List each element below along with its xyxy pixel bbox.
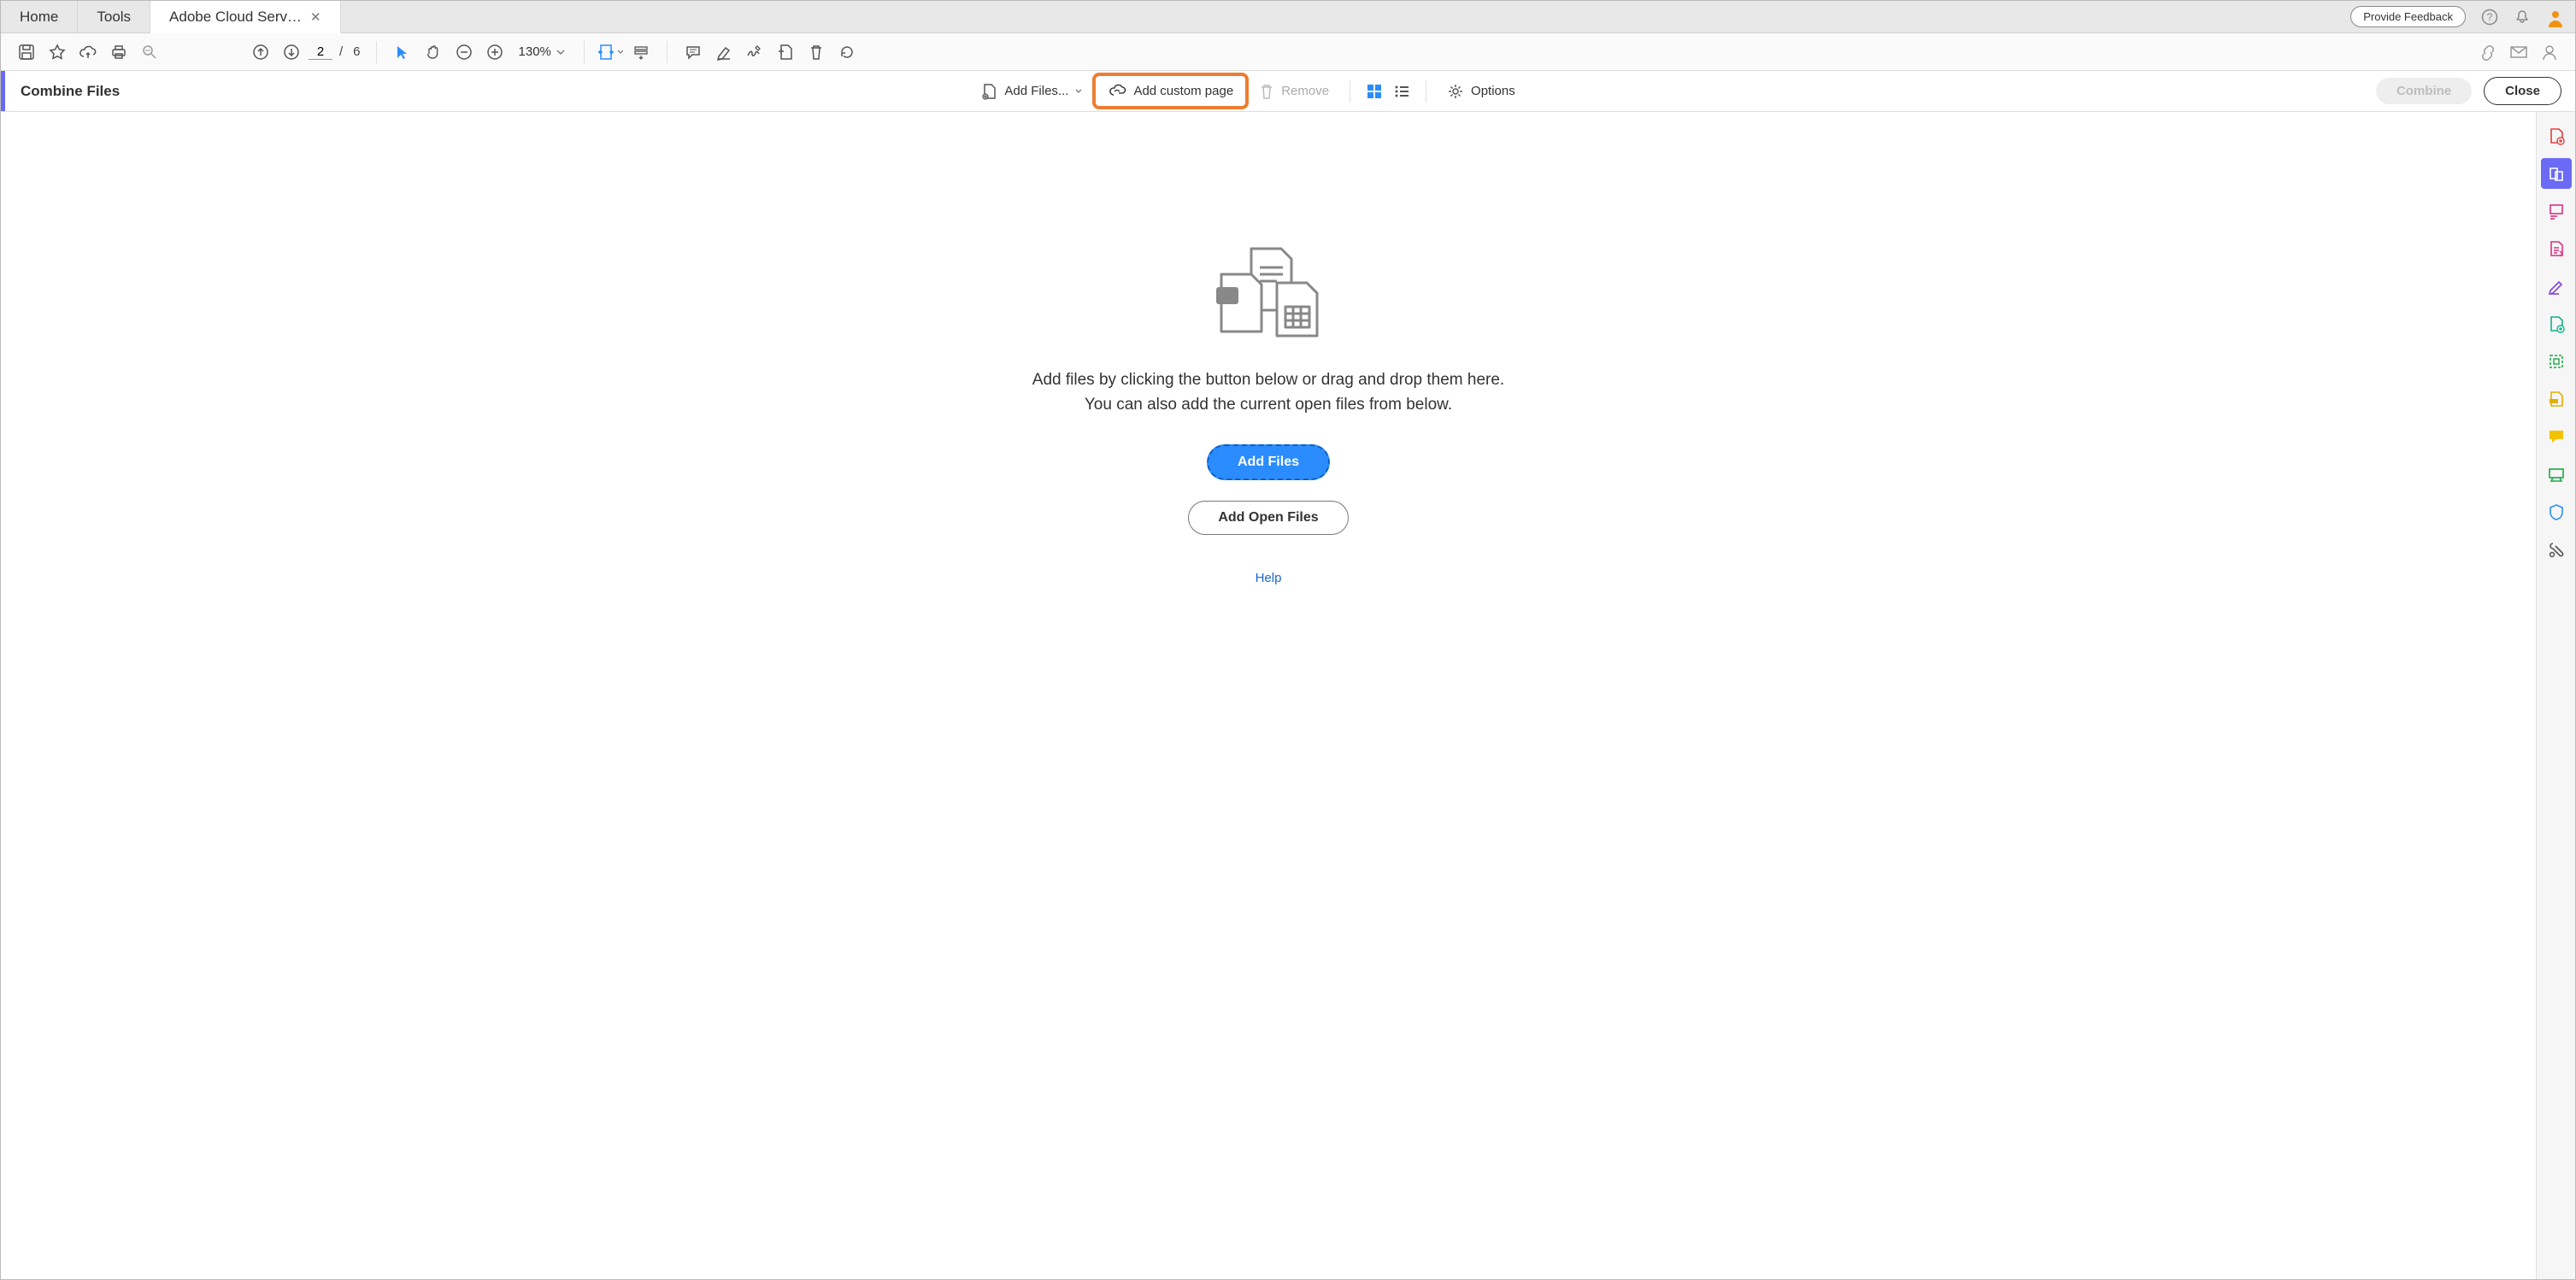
combine-label: Combine xyxy=(2397,84,2451,98)
highlight-icon[interactable] xyxy=(710,38,738,66)
main-toolbar: / 6 130% xyxy=(1,33,2575,71)
page-scroll-icon[interactable] xyxy=(627,38,655,66)
hint-line-1: Add files by clicking the button below o… xyxy=(1032,368,1504,393)
tab-label: Home xyxy=(20,9,58,26)
add-custom-page-highlight: Add custom page xyxy=(1092,73,1249,109)
rail-edit-pdf-icon[interactable] xyxy=(2541,196,2572,226)
page-title: Combine Files xyxy=(5,83,120,100)
list-view-icon[interactable] xyxy=(1388,78,1415,105)
rail-fill-sign-icon[interactable] xyxy=(2541,271,2572,302)
rail-more-tools-icon[interactable] xyxy=(2541,534,2572,565)
rail-redact-icon[interactable] xyxy=(2541,384,2572,414)
provide-feedback-button[interactable]: Provide Feedback xyxy=(2350,6,2466,27)
rail-export-pdf-icon[interactable] xyxy=(2541,233,2572,264)
right-tools-rail xyxy=(2536,112,2575,1279)
workspace: Add files by clicking the button below o… xyxy=(1,112,2575,1279)
rail-scan-icon[interactable] xyxy=(2541,459,2572,490)
chevron-down-icon xyxy=(556,48,565,56)
drop-canvas[interactable]: Add files by clicking the button below o… xyxy=(1,112,2536,1279)
rail-comment-icon[interactable] xyxy=(2541,421,2572,452)
zoom-dropdown[interactable]: 130% xyxy=(512,44,572,59)
share-person-icon[interactable] xyxy=(2536,38,2563,66)
file-add-icon xyxy=(980,83,997,100)
gear-icon xyxy=(1447,83,1464,100)
star-icon[interactable] xyxy=(44,38,71,66)
tab-document[interactable]: Adobe Cloud Serv… ✕ xyxy=(150,1,341,33)
separator xyxy=(584,41,585,63)
close-icon[interactable]: ✕ xyxy=(310,9,321,25)
trash-icon[interactable] xyxy=(803,38,830,66)
trash-icon xyxy=(1259,83,1274,100)
add-files-button[interactable]: Add Files xyxy=(1207,444,1330,480)
add-files-label: Add Files... xyxy=(1004,84,1068,98)
sign-icon[interactable] xyxy=(741,38,768,66)
add-files-dropdown[interactable]: Add Files... xyxy=(970,78,1092,105)
chevron-down-icon xyxy=(1075,88,1082,95)
close-button[interactable]: Close xyxy=(2484,77,2561,105)
email-icon[interactable] xyxy=(2505,38,2532,66)
thumbnail-view-icon[interactable] xyxy=(1361,78,1388,105)
page-down-icon[interactable] xyxy=(278,38,305,66)
bell-icon[interactable] xyxy=(2514,9,2531,26)
rail-organize-icon[interactable] xyxy=(2541,308,2572,339)
comment-icon[interactable] xyxy=(679,38,707,66)
link-share-icon[interactable] xyxy=(2474,38,2502,66)
tab-label: Adobe Cloud Serv… xyxy=(169,9,302,26)
user-avatar-icon[interactable] xyxy=(2546,9,2563,26)
add-open-files-button[interactable]: Add Open Files xyxy=(1188,501,1348,535)
add-files-btn-label: Add Files xyxy=(1238,455,1299,469)
svg-text:?: ? xyxy=(2487,11,2493,23)
page-total: 6 xyxy=(350,44,363,59)
tabbar-right: Provide Feedback ? xyxy=(2350,1,2575,32)
page-number-input[interactable] xyxy=(309,44,332,60)
insert-page-icon[interactable] xyxy=(772,38,799,66)
hint-line-2: You can also add the current open files … xyxy=(1032,393,1504,418)
chevron-down-icon xyxy=(617,49,624,56)
rail-combine-files-icon[interactable] xyxy=(2541,158,2572,189)
rail-protect-icon[interactable] xyxy=(2541,496,2572,527)
files-illustration-icon xyxy=(1204,240,1332,343)
zoom-out-icon[interactable] xyxy=(450,38,478,66)
combine-files-toolbar: Combine Files Add Files... Add custom pa… xyxy=(1,71,2575,112)
options-label: Options xyxy=(1471,84,1515,98)
tab-tools[interactable]: Tools xyxy=(78,1,150,32)
cloud-upload-icon[interactable] xyxy=(74,38,102,66)
tab-home[interactable]: Home xyxy=(1,1,78,32)
help-icon[interactable]: ? xyxy=(2481,9,2498,26)
help-link[interactable]: Help xyxy=(1256,571,1282,585)
add-open-files-btn-label: Add Open Files xyxy=(1218,510,1318,525)
remove-button: Remove xyxy=(1249,78,1339,105)
separator xyxy=(376,41,377,63)
zoom-value: 130% xyxy=(519,44,551,59)
fit-width-icon[interactable] xyxy=(597,38,624,66)
search-icon[interactable] xyxy=(136,38,163,66)
add-custom-page-label: Add custom page xyxy=(1133,84,1233,98)
separator xyxy=(667,41,668,63)
page-up-icon[interactable] xyxy=(247,38,274,66)
close-label: Close xyxy=(2505,84,2540,98)
page-separator: / xyxy=(336,44,346,59)
hand-tool-icon[interactable] xyxy=(420,38,447,66)
save-icon[interactable] xyxy=(13,38,40,66)
hint-text: Add files by clicking the button below o… xyxy=(1032,368,1504,417)
rail-compress-icon[interactable] xyxy=(2541,346,2572,377)
tab-label: Tools xyxy=(97,9,131,26)
rail-create-pdf-icon[interactable] xyxy=(2541,120,2572,151)
print-icon[interactable] xyxy=(105,38,132,66)
arrow-cursor-icon[interactable] xyxy=(389,38,416,66)
zoom-in-icon[interactable] xyxy=(481,38,509,66)
cloud-plus-icon xyxy=(1108,83,1126,98)
options-button[interactable]: Options xyxy=(1437,78,1526,105)
help-label: Help xyxy=(1256,571,1282,585)
tab-strip: Home Tools Adobe Cloud Serv… ✕ Provide F… xyxy=(1,1,2575,33)
remove-label: Remove xyxy=(1281,84,1329,98)
rotate-icon[interactable] xyxy=(833,38,861,66)
feedback-label: Provide Feedback xyxy=(2363,10,2453,23)
combine-button: Combine xyxy=(2376,78,2472,104)
add-custom-page-button[interactable]: Add custom page xyxy=(1104,79,1237,102)
